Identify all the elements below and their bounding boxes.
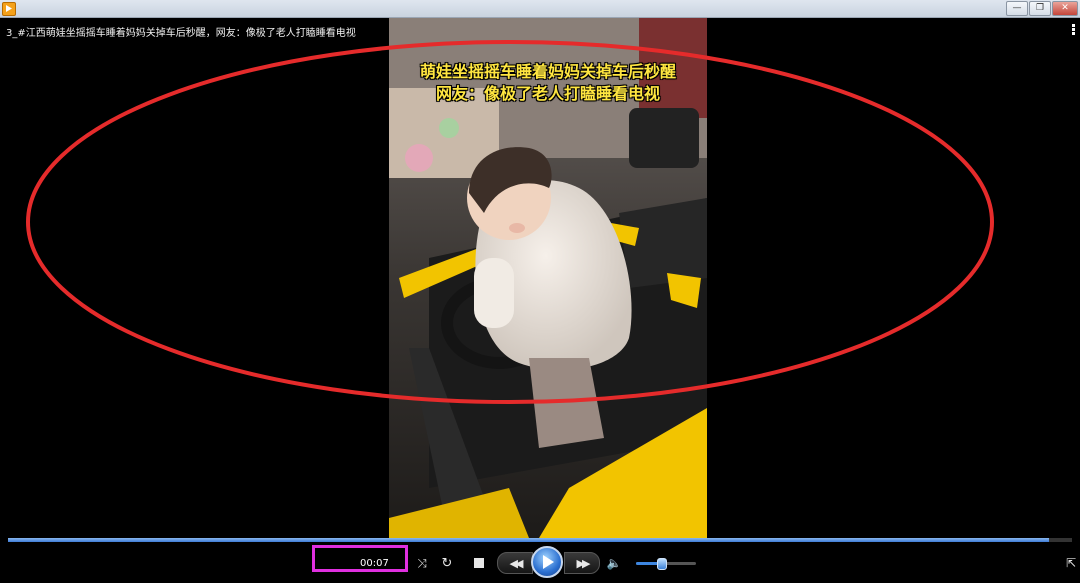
- window-titlebar: — ❐ ✕: [0, 0, 1080, 18]
- maximize-button[interactable]: ❐: [1029, 1, 1051, 16]
- repeat-icon[interactable]: ↻: [439, 555, 455, 571]
- seek-bar[interactable]: [8, 538, 1072, 542]
- previous-button[interactable]: ◀◀: [497, 552, 533, 574]
- more-options-icon[interactable]: [1072, 24, 1076, 35]
- stop-button[interactable]: [472, 556, 486, 570]
- minimize-button[interactable]: —: [1006, 1, 1028, 16]
- close-button[interactable]: ✕: [1052, 1, 1078, 16]
- volume-icon[interactable]: 🔈: [606, 555, 622, 571]
- stop-icon: [474, 558, 484, 568]
- volume-knob[interactable]: [657, 558, 668, 570]
- shuffle-icon[interactable]: ⤨: [414, 555, 430, 571]
- seek-bar-played: [8, 538, 1049, 542]
- video-frame[interactable]: 萌娃坐摇摇车睡着妈妈关掉车后秒醒 网友：像极了老人打瞌睡看电视: [389, 18, 707, 538]
- video-file-title: 3_#江西萌娃坐摇摇车睡着妈妈关掉车后秒醒，网友：像极了老人打瞌睡看电视: [6, 28, 356, 39]
- video-caption-line-1: 萌娃坐摇摇车睡着妈妈关掉车后秒醒: [419, 62, 676, 81]
- video-caption-line-2: 网友：像极了老人打瞌睡看电视: [435, 84, 660, 103]
- fullscreen-icon[interactable]: ⇱: [1064, 556, 1078, 570]
- volume-slider[interactable]: [636, 558, 696, 570]
- play-icon: [543, 555, 554, 569]
- play-button[interactable]: [531, 546, 563, 578]
- elapsed-time: 00:07: [360, 558, 389, 569]
- next-button[interactable]: ▶▶: [564, 552, 600, 574]
- app-logo-icon: [2, 2, 16, 16]
